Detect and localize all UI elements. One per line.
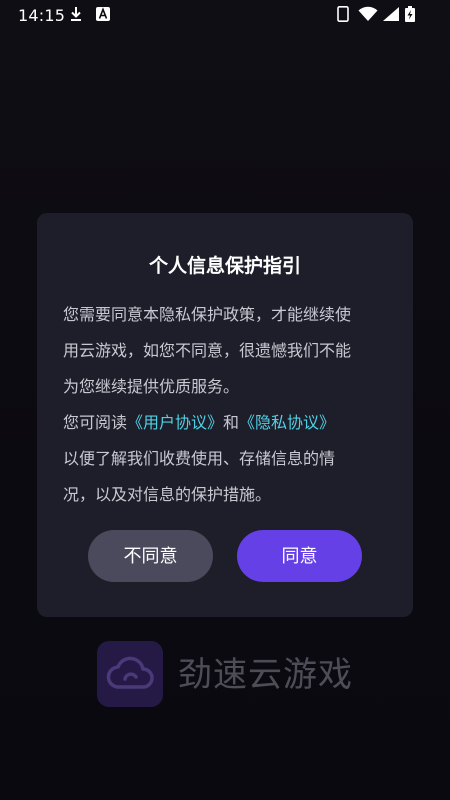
wifi-icon [358,6,378,21]
privacy-dialog: 个人信息保护指引 您需要同意本隐私保护政策，才能继续使 用云游戏，如您不同意，很… [37,213,413,617]
phone-icon [337,6,349,22]
dialog-text-line: 为您继续提供优质服务。 [63,377,240,396]
decline-button[interactable]: 不同意 [88,530,213,582]
dialog-text-line: 用云游戏，如您不同意，很遗憾我们不能 [63,341,352,360]
status-bar: 14:15 [0,0,450,30]
app-name: 劲速云游戏 [178,655,353,695]
battery-icon [405,6,415,22]
download-icon [71,7,81,21]
privacy-agreement-link[interactable]: 《隐私协议》 [239,413,335,432]
dialog-text-line: 您需要同意本隐私保护政策，才能继续使 [63,305,352,324]
screen: 14:15 劲速云游戏 个人信息保护指引 您需要同意本隐私保护政策，才能继续使 … [0,0,450,800]
dialog-title: 个人信息保护指引 [148,255,301,277]
dialog-links-line: 您可阅读《用户协议》和《隐私协议》 [63,405,393,441]
dialog-text-line: 况，以及对信息的保护措施。 [63,485,272,504]
dialog-text-line: 以便了解我们收费使用、存储信息的情 [63,449,336,468]
user-agreement-link[interactable]: 《用户协议》 [127,413,223,432]
a-icon [96,7,110,21]
dialog-body: 您需要同意本隐私保护政策，才能继续使 用云游戏，如您不同意，很遗憾我们不能 为您… [63,297,393,513]
app-logo [97,641,163,707]
signal-icon [383,7,399,21]
dialog-text-prefix: 您可阅读 [63,413,128,432]
cloud-icon [106,656,154,689]
agree-button[interactable]: 同意 [237,530,362,582]
dialog-text-connector: 和 [223,413,240,432]
status-time: 14:15 [18,6,66,25]
